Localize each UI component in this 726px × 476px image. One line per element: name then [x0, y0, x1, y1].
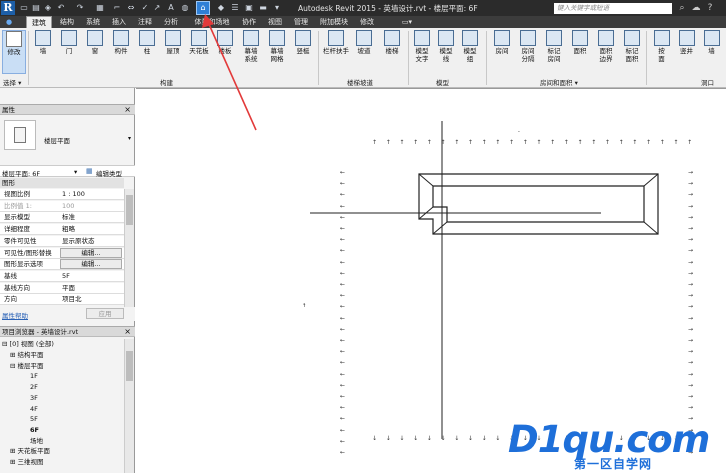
watermark: D1qu.com 第一区自学网 — [508, 418, 726, 473]
watermark-subtitle: 第一区自学网 — [574, 457, 653, 471]
red-arrow-annotation — [202, 14, 257, 131]
